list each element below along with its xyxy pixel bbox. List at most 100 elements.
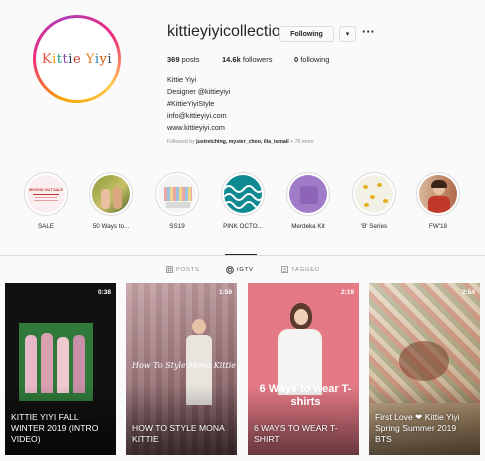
highlight-ring: MOVING OUT SALE — [24, 172, 68, 216]
video-duration: 0:38 — [97, 289, 111, 296]
highlight-thumbnail — [355, 175, 393, 213]
highlight-label: SS19 — [169, 223, 185, 230]
video-caption: HOW TO STYLE MONA KITTIE — [132, 423, 225, 444]
tab-label: POSTS — [176, 266, 200, 273]
kit-shape — [300, 186, 318, 204]
logo-letter: i — [107, 51, 113, 67]
model-figure — [41, 333, 53, 393]
highlight-thumbnail — [224, 175, 262, 213]
thumb-decoration — [35, 196, 57, 198]
tag-icon — [281, 266, 288, 273]
rack-shape — [164, 187, 192, 201]
highlight-thumb-text: MOVING OUT SALE — [29, 187, 63, 192]
bio-line-designer: Designer @kittieyiyi — [167, 87, 231, 96]
igtv-video-tile[interactable]: How To Style Mona Kittie 1:59 HOW TO STY… — [126, 283, 237, 455]
posts-count: 369 — [167, 55, 180, 64]
bee-dot — [383, 199, 388, 203]
logo-letter: y — [99, 51, 108, 67]
highlight-ss19[interactable]: SS19 — [149, 172, 205, 230]
followers-count: 14.6k — [222, 55, 241, 64]
model-figure — [192, 319, 206, 334]
following-stat[interactable]: 0 following — [294, 55, 329, 64]
highlight-50-ways[interactable]: 50 Ways to... — [83, 172, 139, 230]
followed-by-names: justretching, myster_choo, ilia_ismail — [196, 139, 289, 145]
video-duration: 2:54 — [461, 289, 475, 296]
figure-hair — [431, 180, 447, 188]
grid-icon — [166, 266, 173, 273]
logo-letter: e — [72, 51, 82, 67]
highlight-ring — [416, 172, 460, 216]
rack-base — [166, 202, 190, 208]
tab-posts[interactable]: POSTS — [166, 266, 200, 273]
highlight-sale[interactable]: MOVING OUT SALE SALE — [18, 172, 74, 230]
thumb-decoration — [34, 199, 58, 201]
avatar-logo-container: Kittie Yiyi — [36, 18, 118, 100]
logo-letter: Y — [85, 51, 95, 67]
video-duration: 1:59 — [218, 289, 232, 296]
highlight-ring — [89, 172, 133, 216]
bio-email: info@kittieyiyi.com — [167, 111, 227, 120]
bio-hashtag[interactable]: #KittieYiyiStyle — [167, 98, 214, 109]
profile-avatar[interactable]: Kittie Yiyi — [33, 15, 121, 103]
highlight-thumbnail — [92, 175, 130, 213]
highlight-fw18[interactable]: FW'18 — [410, 172, 466, 230]
highlight-label: FW'18 — [429, 223, 447, 230]
highlight-label: PINK OCTO... — [223, 223, 263, 230]
highlight-label: 'B' Series — [360, 223, 388, 230]
highlight-ring — [352, 172, 396, 216]
figure-shape — [113, 187, 122, 209]
highlight-label: Merdeka Kit — [291, 223, 325, 230]
igtv-video-tile[interactable]: 6 Ways to wear T-shirts 2:19 6 WAYS TO W… — [248, 283, 359, 455]
tab-label: IGTV — [237, 267, 254, 273]
highlight-ring — [286, 172, 330, 216]
highlight-pink-octo[interactable]: PINK OCTO... — [215, 172, 271, 230]
highlight-label: 50 Ways to... — [92, 223, 130, 230]
bee-dot — [370, 195, 375, 199]
kittie-yiyi-logo: Kittie Yiyi — [42, 52, 112, 67]
figure-shape — [101, 189, 110, 209]
chevron-down-icon[interactable]: ▾ — [339, 26, 356, 42]
highlight-b-series[interactable]: 'B' Series — [346, 172, 402, 230]
profile-username: kittieyiyicollection — [167, 23, 290, 40]
tab-tagged[interactable]: TAGGED — [281, 266, 320, 273]
followers-stat[interactable]: 14.6k followers — [222, 55, 272, 64]
posts-stat: 369 posts — [167, 55, 200, 64]
video-caption: KITTIE YIYI FALL WINTER 2019 (INTRO VIDE… — [11, 412, 99, 444]
bee-dot — [363, 185, 368, 189]
followed-by-more: + 76 more — [288, 139, 314, 145]
model-figure — [399, 341, 449, 381]
tab-igtv[interactable]: IGTV — [226, 266, 254, 274]
highlight-label: SALE — [37, 223, 55, 230]
highlight-ring — [221, 172, 265, 216]
tabs-divider — [0, 255, 485, 256]
more-options-icon[interactable]: ··· — [362, 24, 375, 39]
figure-body — [428, 196, 450, 213]
igtv-video-tile[interactable]: 0:38 KITTIE YIYI FALL WINTER 2019 (INTRO… — [5, 283, 116, 455]
highlight-thumbnail — [289, 175, 327, 213]
igtv-video-tile[interactable]: 2:54 First Love ❤ Kittie Yiyi Spring Sum… — [369, 283, 480, 455]
video-caption: 6 WAYS TO WEAR T-SHIRT — [254, 423, 338, 444]
bee-dot — [377, 183, 382, 187]
profile-full-name: Kittie Yiyi — [167, 75, 197, 84]
model-figure — [294, 309, 308, 325]
bee-dot — [364, 203, 369, 207]
highlight-ring — [155, 172, 199, 216]
video-overlay-title: How To Style Mona Kittie — [132, 361, 237, 370]
highlight-thumbnail — [419, 175, 457, 213]
video-overlay-title: 6 Ways to wear T-shirts — [259, 383, 352, 408]
igtv-icon — [226, 266, 234, 274]
thumb-decoration — [33, 193, 59, 195]
video-duration: 2:19 — [340, 289, 354, 296]
following-button[interactable]: Following — [279, 26, 334, 42]
highlight-thumbnail: MOVING OUT SALE — [27, 175, 65, 213]
active-tab-indicator — [225, 254, 257, 255]
logo-letter: K — [41, 51, 53, 67]
posts-label: posts — [179, 55, 200, 64]
highlight-merdeka-kit[interactable]: Merdeka Kit — [280, 172, 336, 230]
wave-pattern — [224, 185, 262, 209]
bio-website-link[interactable]: www.kittieyiyi.com — [167, 122, 225, 133]
followers-label: followers — [240, 55, 273, 64]
video-caption: First Love ❤ Kittie Yiyi Spring Summer 2… — [375, 412, 460, 444]
following-label: following — [298, 55, 330, 64]
followed-by-text[interactable]: Followed by justretching, myster_choo, i… — [167, 139, 314, 145]
